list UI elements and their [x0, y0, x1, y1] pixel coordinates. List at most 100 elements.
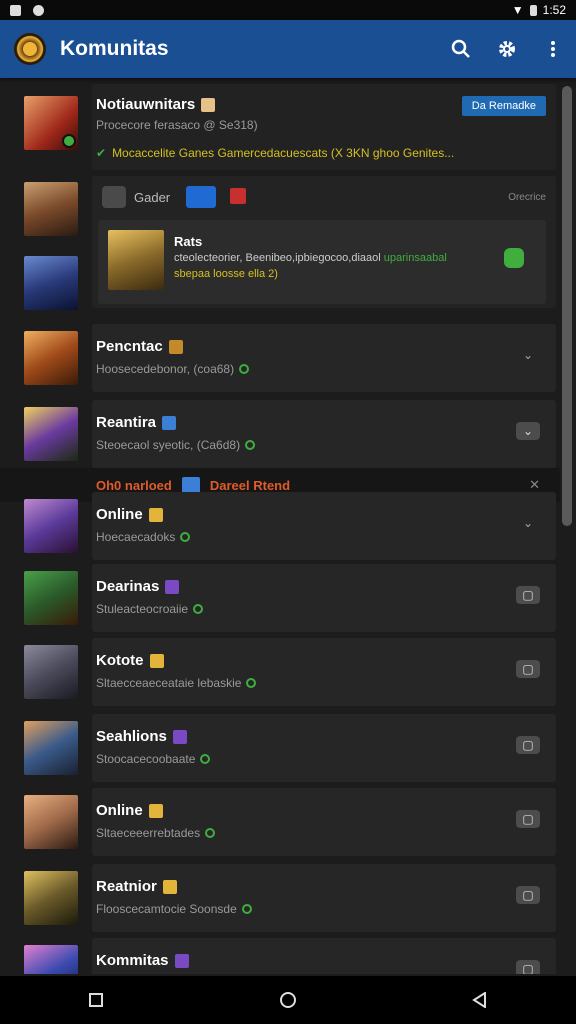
- list-item[interactable]: Pencntac Hoosecedebonor, (coa68) ⌄: [0, 324, 560, 392]
- app-logo-icon[interactable]: [14, 33, 46, 65]
- list-item-sub-text: Sltaecceaeceataie lebaskie: [96, 676, 242, 690]
- list-item-name: Kommitas: [96, 952, 169, 969]
- options-icon[interactable]: ▢: [516, 736, 540, 754]
- online-dot-icon: [205, 828, 216, 838]
- list-item[interactable]: Kotote Sltaecceaeceataie lebaskie ▢: [0, 638, 560, 706]
- options-icon[interactable]: ▢: [516, 960, 540, 974]
- close-icon[interactable]: ✕: [529, 477, 540, 493]
- list-item-name: Online: [96, 802, 143, 819]
- list-item-title: Kommitas: [96, 952, 189, 969]
- avatar: [24, 256, 78, 310]
- message-title: Rats: [174, 234, 203, 249]
- online-dot-icon: [200, 754, 211, 764]
- list-item-title: Seahlions: [96, 728, 187, 745]
- list-item-subtitle: Sltaeceeerrebtades: [96, 826, 216, 840]
- options-icon[interactable]: ⌄: [516, 422, 540, 440]
- online-dot-icon: [245, 440, 256, 450]
- badge-icon: [148, 507, 163, 522]
- list-item[interactable]: Online Sltaeceeerrebtades ▢: [0, 788, 560, 856]
- list-item-title: Online: [96, 802, 163, 819]
- list-item-subtitle: Flooscecamtocie Soonsde: [96, 902, 252, 916]
- overflow-menu-icon[interactable]: [542, 38, 564, 60]
- featured-title-text: Notiauwnitars: [96, 96, 196, 113]
- list-item-subtitle: Stuleacteocroaiie: [96, 602, 204, 616]
- flag-icon[interactable]: [230, 188, 246, 204]
- message-link-2[interactable]: sbepaa loosse ella 2): [174, 268, 278, 280]
- message-text: cteolecteorier, Beenibeo,ipbiegocoo,diaa…: [174, 252, 447, 264]
- message-bubble[interactable]: Rats cteolecteorier, Beenibeo,ipbiegocoo…: [98, 220, 546, 304]
- online-dot-icon: [239, 364, 250, 374]
- avatar: [24, 795, 78, 849]
- options-icon[interactable]: ▢: [516, 586, 540, 604]
- featured-promo: ✔ Mocaccelite Ganes Gamercedacuescats (X…: [96, 146, 536, 160]
- avatar: [24, 96, 78, 150]
- wifi-icon: ▼: [511, 3, 524, 17]
- notification-icon: [10, 4, 21, 16]
- online-dot-icon: [241, 904, 252, 914]
- system-nav-bar: [0, 976, 576, 1024]
- home-icon[interactable]: [268, 980, 308, 1020]
- list-item-card: [92, 492, 556, 560]
- community-list: Notiauwnitars Procecore ferasaco @ Se318…: [0, 84, 576, 974]
- list-item[interactable]: Kommitas Heoeceracdbosstie (3i 55 ▢: [0, 938, 560, 974]
- online-dot-icon: [193, 604, 204, 614]
- recents-icon[interactable]: [76, 980, 116, 1020]
- list-item[interactable]: Reatnior Flooscecamtocie Soonsde ▢: [0, 864, 560, 932]
- list-item-subtitle: Steoecaol syeotic, (Ca6d8): [96, 438, 256, 452]
- badge-icon: [162, 879, 177, 894]
- featured-community[interactable]: Notiauwnitars Procecore ferasaco @ Se318…: [0, 84, 560, 170]
- chat-pill-text: Gader: [134, 190, 171, 205]
- chat-row[interactable]: Gader Orecrice Rats cteolecteorier, Been…: [0, 176, 560, 316]
- chat-card: Gader Orecrice Rats cteolecteorier, Been…: [92, 176, 556, 308]
- back-icon[interactable]: [460, 980, 500, 1020]
- gear-icon[interactable]: [496, 38, 518, 60]
- chat-time: Orecrice: [508, 192, 546, 203]
- list-item-subtitle: Sltaecceaeceataie lebaskie: [96, 676, 257, 690]
- list-item[interactable]: Seahlions Stoocacecoobaate ▢: [0, 714, 560, 782]
- message-body: cteolecteorier, Beenibeo,ipbiegocoo,diaa…: [174, 252, 381, 264]
- list-item-subtitle: Stoocacecoobaate: [96, 752, 211, 766]
- list-item[interactable]: Reantira Steoecaol syeotic, (Ca6d8) ⌄: [0, 400, 560, 468]
- list-item-card: [92, 564, 556, 632]
- clock: 1:52: [542, 3, 566, 17]
- list-item[interactable]: Dearinas Stuleacteocroaiie ▢: [0, 564, 560, 632]
- avatar: [24, 871, 78, 925]
- list-item-sub-text: Flooscecamtocie Soonsde: [96, 902, 237, 916]
- online-dot-icon: [180, 532, 191, 542]
- list-item-sub-text: Sltaeceeerrebtades: [96, 826, 201, 840]
- options-icon[interactable]: ▢: [516, 660, 540, 678]
- message-link[interactable]: uparinsaabal: [384, 252, 447, 264]
- badge-icon: [174, 953, 189, 968]
- list-item[interactable]: Online Hoecaecadoks ⌄: [0, 492, 560, 560]
- search-icon[interactable]: [450, 38, 472, 60]
- featured-title: Notiauwnitars: [96, 96, 216, 113]
- contact-chip-icon[interactable]: [102, 186, 126, 208]
- badge-icon: [168, 339, 183, 354]
- chevron-down-icon[interactable]: ⌄: [516, 514, 540, 532]
- featured-subtitle: Procecore ferasaco @ Se318): [96, 118, 258, 132]
- list-item-title: Reatnior: [96, 878, 177, 895]
- link-icon[interactable]: [186, 186, 216, 208]
- list-item-name: Kotote: [96, 652, 144, 669]
- list-item-title: Dearinas: [96, 578, 180, 595]
- options-icon[interactable]: ▢: [516, 810, 540, 828]
- notice-left: Oh0 narloed: [96, 477, 172, 493]
- online-badge: [62, 134, 76, 148]
- notice-icon: [181, 477, 200, 493]
- list-item-name: Pencntac: [96, 338, 163, 355]
- badge-icon: [201, 97, 216, 112]
- app-bar: Komunitas: [0, 20, 576, 78]
- battery-icon: [529, 4, 537, 16]
- chevron-down-icon[interactable]: ⌄: [516, 346, 540, 364]
- check-icon: ✔: [96, 146, 107, 160]
- list-item-name: Dearinas: [96, 578, 160, 595]
- list-item-title: Pencntac: [96, 338, 183, 355]
- options-icon[interactable]: ▢: [516, 886, 540, 904]
- featured-action-button[interactable]: Da Remadke: [461, 96, 546, 116]
- list-item-title: Kotote: [96, 652, 164, 669]
- list-item-card: [92, 324, 556, 392]
- notice-right: Dareel Rtend: [209, 477, 291, 493]
- list-item-name: Seahlions: [96, 728, 167, 745]
- badge-icon: [162, 415, 177, 430]
- list-item-card: [92, 400, 556, 468]
